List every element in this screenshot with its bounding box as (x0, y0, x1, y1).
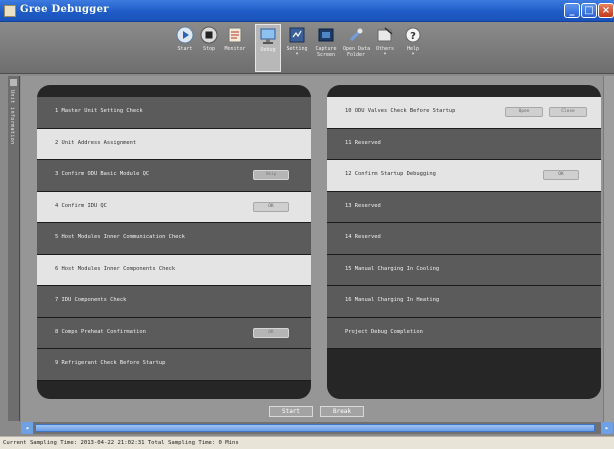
capture-screen-icon (317, 26, 335, 44)
step-skip-button[interactable]: Skip (253, 170, 289, 180)
minimize-button[interactable]: _ (564, 3, 580, 18)
app-window: Gree Debugger _ □ × Start Stop Monitor Debu… (0, 0, 614, 449)
toolbar-button-others[interactable]: Others ▾ (372, 24, 398, 72)
toolbar-button-monitor[interactable]: Monitor (222, 24, 248, 72)
steps-panel-right: 10 ODU Valves Check Before Startup Open Cl… (327, 85, 601, 399)
horizontal-scrollbar[interactable]: ◂ ▸ (21, 422, 613, 434)
break-debug-button[interactable]: Break (320, 406, 364, 417)
toolbar-label: Open Data Folder (343, 46, 371, 58)
debug-step-label: 10 ODU Valves Check Before Startup (345, 108, 456, 114)
title-bar[interactable]: Gree Debugger _ □ × (0, 0, 614, 22)
step-ok-button[interactable]: OK (543, 170, 579, 180)
debug-step-row[interactable]: 7 IDU Components Check (37, 286, 311, 318)
scrollbar-thumb[interactable] (35, 424, 595, 432)
pin-icon[interactable] (10, 79, 17, 86)
debug-step-label: 13 Reserved (345, 202, 381, 209)
toolbar-label: Debug (260, 47, 276, 53)
debug-step-row[interactable]: 6 Host Modules Inner Components Check (37, 254, 311, 286)
debug-step-row[interactable]: 8 Comps Preheat Confirmation OK (37, 317, 311, 349)
scroll-left-arrow-icon[interactable]: ◂ (21, 422, 33, 434)
debug-step-label: 15 Manual Charging In Cooling (345, 265, 440, 272)
svg-text:?: ? (410, 31, 416, 42)
unit-information-tab[interactable]: Unit information (8, 76, 20, 421)
open-folder-icon (347, 26, 365, 44)
debug-step-row[interactable]: 3 Confirm ODU Basic Module QC Skip (37, 160, 311, 192)
toolbar-button-capture-screen[interactable]: Capture Screen (313, 24, 339, 72)
toolbar-label: Start (177, 46, 193, 52)
step-open-button[interactable]: Open (505, 107, 543, 117)
toolbar-button-debug[interactable]: Debug (255, 24, 281, 72)
debug-step-label: 4 Confirm IDU QC (55, 202, 107, 209)
debug-step-label: 8 Comps Preheat Confirmation (55, 328, 146, 335)
toolbar-button-setting[interactable]: Setting ▾ (284, 24, 310, 72)
debug-step-row[interactable]: 15 Manual Charging In Cooling (327, 254, 601, 286)
debug-step-row[interactable]: 1 Master Unit Setting Check (37, 97, 311, 129)
others-icon (376, 26, 394, 44)
steps-panel-left: 1 Master Unit Setting Check 2 Unit Addres… (37, 85, 311, 399)
toolbar-button-help[interactable]: ? Help ▾ (400, 24, 426, 72)
debug-step-row[interactable]: 12 Confirm Startup Debugging OK (327, 160, 601, 192)
debug-step-row[interactable]: 10 ODU Valves Check Before Startup Open Cl… (327, 97, 601, 129)
toolbar-label: Monitor (224, 46, 246, 52)
debug-step-label: 14 Reserved (345, 234, 381, 240)
monitor-icon (226, 26, 244, 44)
dropdown-arrow-icon[interactable]: ▾ (400, 52, 426, 57)
debug-step-label: 2 Unit Address Assignment (55, 139, 137, 146)
toolbar-button-open-data-folder[interactable]: Open Data Folder (343, 24, 371, 72)
debug-step-label: 1 Master Unit Setting Check (55, 108, 143, 114)
toolbar-button-start[interactable]: Start (172, 24, 198, 72)
debug-step-row[interactable]: 2 Unit Address Assignment (37, 128, 311, 160)
toolbar-label: Stop (202, 46, 216, 52)
window-title: Gree Debugger (20, 4, 109, 15)
debug-step-label: Project Debug Completion (345, 328, 423, 335)
toolbar-button-stop[interactable]: Stop (196, 24, 222, 72)
debug-step-label: 3 Confirm ODU Basic Module QC (55, 171, 150, 177)
dropdown-arrow-icon[interactable]: ▾ (372, 52, 398, 57)
debug-step-row[interactable]: 16 Manual Charging In Heating (327, 286, 601, 318)
vertical-scrollbar[interactable] (603, 76, 614, 422)
debug-step-row[interactable]: Project Debug Completion (327, 317, 601, 349)
debug-step-label: 11 Reserved (345, 139, 381, 146)
debug-icon (259, 27, 277, 45)
maximize-button[interactable]: □ (581, 3, 597, 18)
unit-information-label: Unit information (9, 90, 15, 145)
help-icon: ? (404, 26, 422, 44)
status-bar: Current Sampling Time: 2013-04-22 21:02:… (0, 436, 614, 449)
debug-step-label: 6 Host Modules Inner Components Check (55, 265, 176, 272)
toolbar: Start Stop Monitor Debug Setting ▾ Capture Scr… (0, 22, 614, 74)
step-ok-button[interactable]: OK (253, 327, 289, 338)
debug-step-label: 16 Manual Charging In Heating (345, 297, 440, 303)
debug-step-row[interactable]: 13 Reserved (327, 191, 601, 223)
toolbar-label: Capture Screen (315, 46, 337, 58)
setting-icon (288, 26, 306, 44)
scroll-right-arrow-icon[interactable]: ▸ (601, 422, 613, 434)
debug-panel-area: 1 Master Unit Setting Check 2 Unit Addres… (21, 76, 614, 422)
start-debug-button[interactable]: Start (269, 406, 313, 417)
app-logo-icon (4, 5, 16, 17)
step-close-button[interactable]: Close (549, 107, 587, 117)
debug-step-label: 5 Host Modules Inner Communication Check (55, 234, 185, 240)
debug-step-row[interactable]: 5 Host Modules Inner Communication Check (37, 223, 311, 255)
stop-icon (200, 26, 218, 44)
close-button[interactable]: × (598, 3, 614, 18)
step-ok-button[interactable]: OK (253, 201, 289, 212)
debug-step-row[interactable]: 9 Refrigerant Check Before Startup (37, 349, 311, 381)
debug-step-label: 7 IDU Components Check (55, 297, 127, 303)
debug-step-label: 9 Refrigerant Check Before Startup (55, 360, 166, 366)
debug-step-row[interactable]: 14 Reserved (327, 223, 601, 255)
debug-step-row[interactable]: 11 Reserved (327, 128, 601, 160)
debug-step-label: 12 Confirm Startup Debugging (345, 171, 436, 177)
debug-step-row[interactable]: 4 Confirm IDU QC OK (37, 191, 311, 223)
dropdown-arrow-icon[interactable]: ▾ (284, 52, 310, 57)
play-icon (176, 26, 194, 44)
sampling-time-status: Current Sampling Time: 2013-04-22 21:02:… (3, 440, 239, 446)
